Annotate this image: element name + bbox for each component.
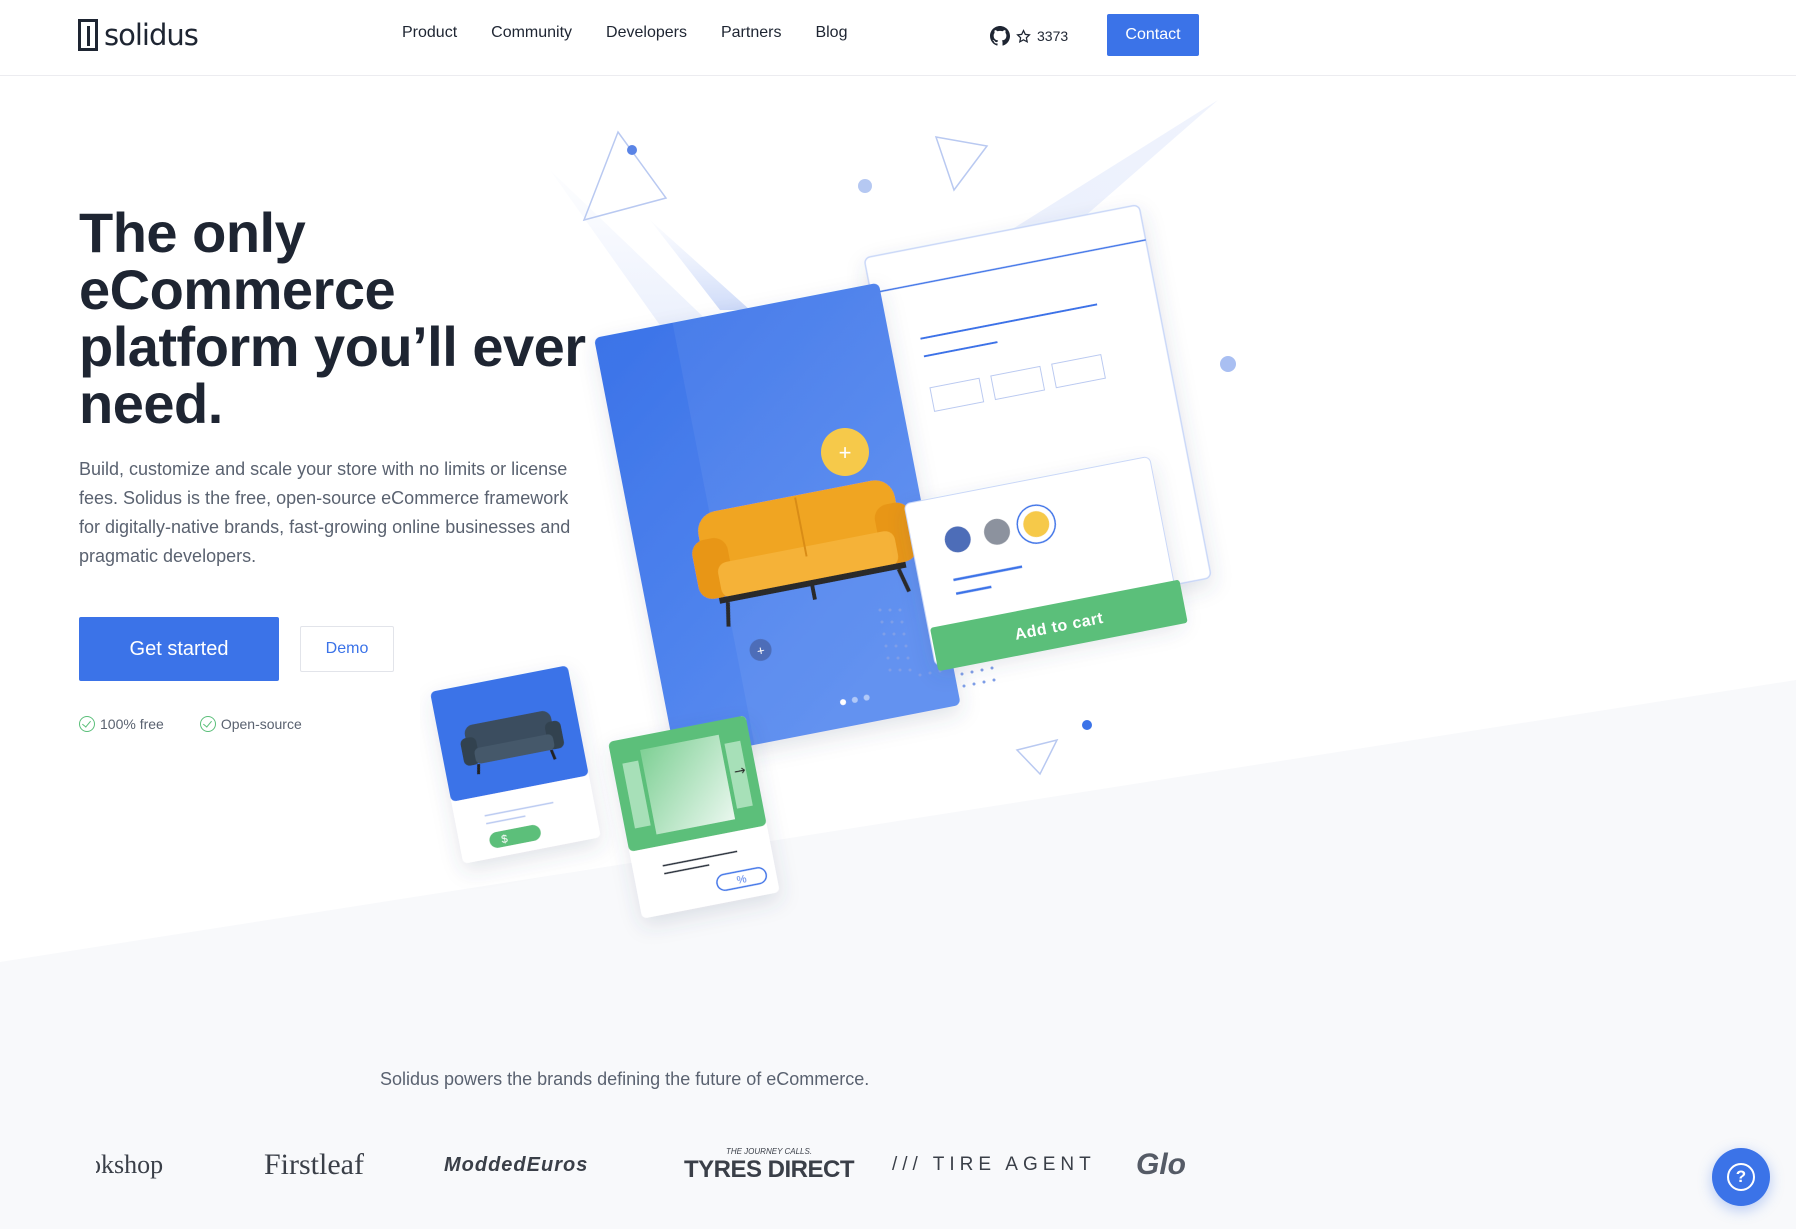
check-open-source: Open-source xyxy=(199,716,302,732)
brands-caption: Solidus powers the brands defining the f… xyxy=(380,1069,870,1089)
feature-checks: 100% free Open-source xyxy=(79,716,302,732)
brand-logo-firstleaf: Firstleaf xyxy=(264,1148,364,1181)
github-icon xyxy=(990,26,1010,46)
github-star-count: 3373 xyxy=(1037,28,1069,44)
nav-item-developers[interactable]: Developers xyxy=(606,24,687,42)
check-open-source-label: Open-source xyxy=(220,716,302,732)
check-free: 100% free xyxy=(79,716,164,732)
svg-text:+: + xyxy=(839,440,852,465)
brand-logo-strip: okshop Firstleaf ModdedEuros THE JOURNEY… xyxy=(96,1140,1186,1190)
brand-tagline: THE JOURNEY CALLS. xyxy=(725,1146,813,1156)
solidus-logo[interactable]: solidus xyxy=(78,18,199,52)
brand-logo-tire-agent: /// TIRE AGENT xyxy=(892,1154,1096,1175)
check-circle-icon xyxy=(79,716,95,732)
star-icon xyxy=(1016,28,1031,43)
nav-item-partners[interactable]: Partners xyxy=(721,24,781,42)
main-nav: Product Community Developers Partners Bl… xyxy=(402,24,881,42)
get-started-button[interactable]: Get started xyxy=(79,617,279,681)
brand-logo-glo: Glo xyxy=(1136,1148,1186,1181)
brand-name: TYRES DIRECT xyxy=(684,1155,855,1183)
brand-logo-moddedeuros: ModdedEuros xyxy=(444,1153,589,1176)
check-circle-icon xyxy=(199,716,216,732)
nav-item-product[interactable]: Product xyxy=(402,24,457,42)
check-free-label: 100% free xyxy=(100,716,164,732)
question-icon: ? xyxy=(1727,1163,1755,1191)
promo-card: → % xyxy=(608,716,779,918)
brand-logo-tyres-direct: THE JOURNEY CALLS. TYRES DIRECT xyxy=(684,1140,855,1190)
github-stars-link[interactable]: 3373 xyxy=(990,26,1068,46)
logo-mark-icon xyxy=(78,19,98,51)
hero-title: The only eCommerce platform you’ll ever … xyxy=(79,201,586,435)
logo-wordmark: solidus xyxy=(104,18,199,52)
site-header: solidus Product Community Developers Par… xyxy=(0,0,1796,76)
help-button[interactable]: ? xyxy=(1712,1148,1770,1206)
nav-item-blog[interactable]: Blog xyxy=(815,24,847,42)
small-sofa-card: $ xyxy=(430,666,600,863)
nav-item-community[interactable]: Community xyxy=(491,24,572,42)
brand-logo-okshop: okshop xyxy=(96,1150,164,1179)
hero-subtitle: Build, customize and scale your store wi… xyxy=(79,459,571,566)
contact-button[interactable]: Contact xyxy=(1107,14,1199,56)
demo-button[interactable]: Demo xyxy=(300,626,394,672)
